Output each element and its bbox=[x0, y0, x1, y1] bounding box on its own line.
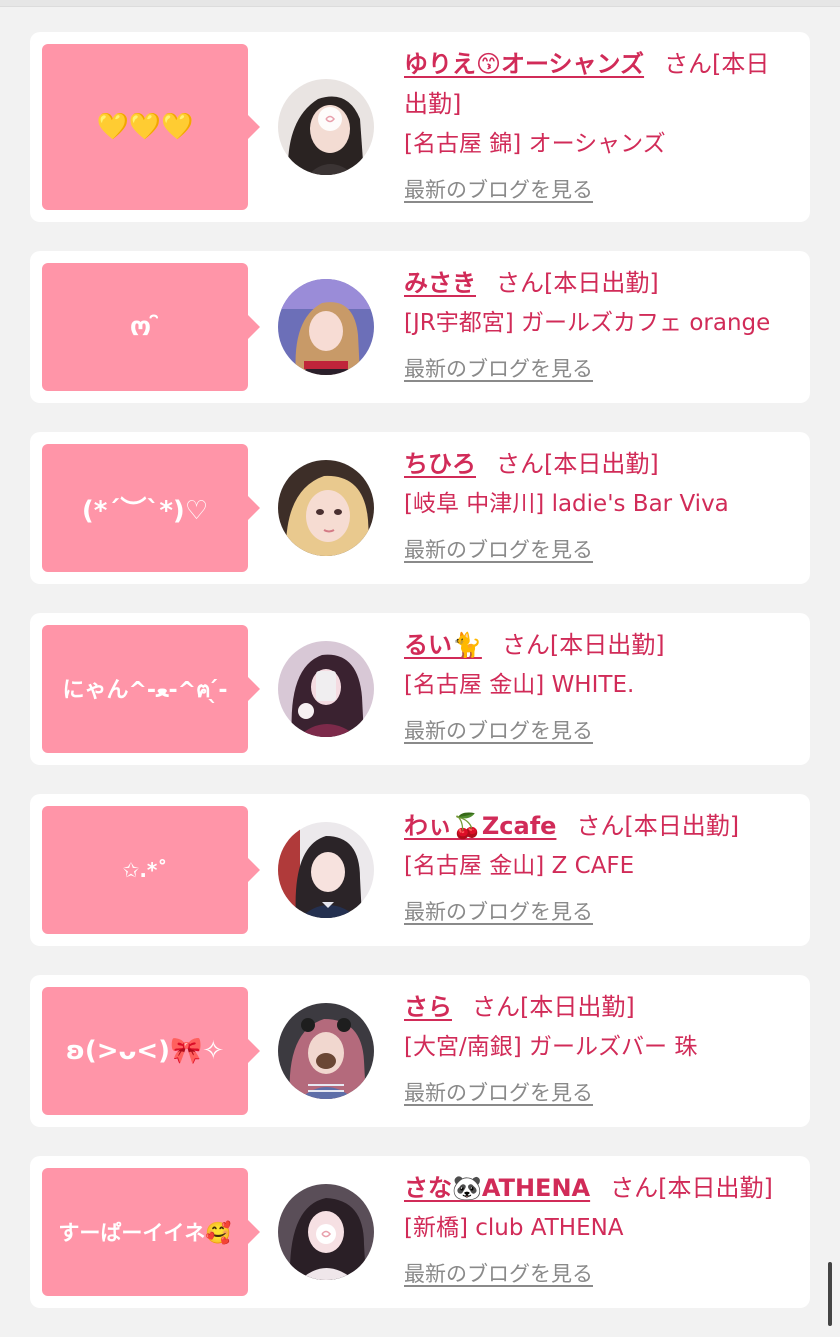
list-item: ✩.*˚ わぃ🍒Zcafe さん[本日出勤] [名古屋 金山] Z CAFE 最新… bbox=[30, 794, 810, 946]
cast-name-link[interactable]: さな🐼ATHENA bbox=[404, 1174, 590, 1202]
latest-blog-link[interactable]: 最新のブログを見る bbox=[404, 353, 593, 383]
avatar[interactable] bbox=[278, 1184, 374, 1280]
latest-blog-link[interactable]: 最新のブログを見る bbox=[404, 174, 593, 204]
latest-blog-link[interactable]: 最新のブログを見る bbox=[404, 1077, 593, 1107]
cast-name-link[interactable]: わぃ🍒Zcafe bbox=[404, 812, 556, 840]
cast-list: 💛💛💛 ゆりえ😙オーシャンズさん[本日出勤] [名古屋 錦] オーシャンズ 最新… bbox=[30, 32, 810, 1337]
attendance-label: さん[本日出勤] bbox=[496, 450, 659, 478]
cast-name-link[interactable]: ちひろ bbox=[404, 450, 476, 478]
avatar[interactable] bbox=[278, 641, 374, 737]
latest-blog-link[interactable]: 最新のブログを見る bbox=[404, 715, 593, 745]
cast-name-link[interactable]: ゆりえ😙オーシャンズ bbox=[404, 50, 644, 78]
comment-bubble: (*´︶`*)♡ bbox=[42, 444, 260, 572]
latest-blog-link[interactable]: 最新のブログを見る bbox=[404, 896, 593, 926]
attendance-label: さん[本日出勤] bbox=[501, 631, 665, 659]
avatar[interactable] bbox=[278, 1003, 374, 1099]
list-item: ო ̑̑ みさき さん[本日出勤] [JR宇都宮] ガールズカフェ orange … bbox=[30, 251, 810, 403]
shop-name: [名古屋 金山] WHITE. bbox=[404, 672, 635, 698]
scrollbar[interactable] bbox=[828, 1262, 832, 1326]
comment-bubble: 💛💛💛 bbox=[42, 44, 260, 210]
cast-name-link[interactable]: さら bbox=[404, 993, 452, 1021]
top-divider bbox=[0, 0, 840, 7]
list-item: (*´︶`*)♡ ちひろ さん[本日出勤] [岐阜 中津川] ladie's Ba… bbox=[30, 432, 810, 584]
latest-blog-link[interactable]: 最新のブログを見る bbox=[404, 1258, 593, 1288]
shop-name: [名古屋 金山] Z CAFE bbox=[404, 853, 635, 879]
avatar[interactable] bbox=[278, 822, 374, 918]
shop-name: [大宮/南銀] ガールズバー 珠 bbox=[404, 1034, 698, 1060]
attendance-label: さん[本日出勤] bbox=[610, 1174, 773, 1202]
list-item: にゃん^-ﻌ-^ฅ ̖́- るい🐈 さん[本日出勤] [名古屋 金山] WHITE… bbox=[30, 613, 810, 765]
cast-name-link[interactable]: みさき bbox=[404, 269, 476, 297]
cast-name-link[interactable]: るい🐈 bbox=[404, 631, 482, 659]
comment-bubble: ო ̑̑ bbox=[42, 263, 260, 391]
comment-bubble: すーぱーイイネ🥰 bbox=[42, 1168, 260, 1296]
list-item: ʚ(>ᴗ<)🎀✧ さら さん[本日出勤] [大宮/南銀] ガールズバー 珠 最新の… bbox=[30, 975, 810, 1127]
list-item: すーぱーイイネ🥰 さな🐼ATHENA さん[本日出勤] [新橋] club ATH… bbox=[30, 1156, 810, 1308]
shop-name: [名古屋 錦] オーシャンズ bbox=[404, 131, 666, 157]
latest-blog-link[interactable]: 最新のブログを見る bbox=[404, 534, 593, 564]
avatar[interactable] bbox=[278, 279, 374, 375]
shop-name: [新橋] club ATHENA bbox=[404, 1215, 624, 1241]
avatar[interactable] bbox=[278, 79, 374, 175]
comment-bubble: にゃん^-ﻌ-^ฅ ̖́- bbox=[42, 625, 260, 753]
attendance-label: さん[本日出勤] bbox=[472, 993, 635, 1021]
comment-bubble: ʚ(>ᴗ<)🎀✧ bbox=[42, 987, 260, 1115]
attendance-label: さん[本日出勤] bbox=[496, 269, 659, 297]
comment-bubble: ✩.*˚ bbox=[42, 806, 260, 934]
shop-name: [JR宇都宮] ガールズカフェ orange bbox=[404, 310, 771, 336]
avatar[interactable] bbox=[278, 460, 374, 556]
attendance-label: さん[本日出勤] bbox=[576, 812, 740, 840]
shop-name: [岐阜 中津川] ladie's Bar Viva bbox=[404, 491, 729, 517]
list-item: 💛💛💛 ゆりえ😙オーシャンズ さん[本日出勤] [名古屋 錦] オーシャンズ 最新… bbox=[30, 32, 810, 222]
